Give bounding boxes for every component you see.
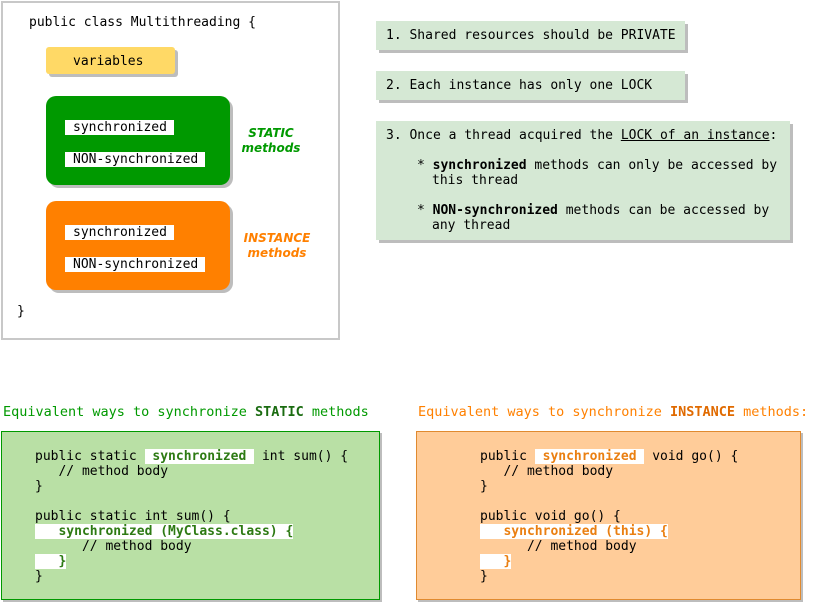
note-lock: 2. Each instance has only one LOCK xyxy=(376,71,685,100)
static-code-line2: // method body xyxy=(35,464,169,479)
static-section-title: Equivalent ways to synchronize STATIC me… xyxy=(3,404,369,420)
note-bullet-synchronized-cont: this thread xyxy=(432,173,519,188)
instance-non-synchronized-label: NON-synchronized xyxy=(65,257,205,272)
static-code-line9: } xyxy=(35,569,43,584)
instance-code-line3: } xyxy=(480,479,488,494)
instance-synchronized-label: synchronized xyxy=(65,225,174,240)
instance-methods-group xyxy=(46,201,230,290)
note-instance-lock: 3. Once a thread acquired the LOCK of an… xyxy=(376,121,790,240)
static-code-line8: } xyxy=(35,554,67,569)
static-synchronized-label: synchronized xyxy=(65,120,174,135)
class-footer: } xyxy=(17,304,25,319)
instance-code-line7: // method body xyxy=(480,539,637,554)
note-lock-text: 2. Each instance has only one LOCK xyxy=(386,78,653,93)
static-methods-group xyxy=(46,96,230,185)
instance-code-line6: synchronized (this) { xyxy=(480,524,668,539)
note-bullet-non-synchronized: * NON-synchronized methods can be access… xyxy=(417,203,770,218)
note-private: 1. Shared resources should be PRIVATE xyxy=(376,21,685,50)
static-code-line3: } xyxy=(35,479,43,494)
instance-code-line2: // method body xyxy=(480,464,614,479)
static-code-line7: // method body xyxy=(35,539,192,554)
note-bullet-non-synchronized-cont: any thread xyxy=(432,218,511,233)
note-instance-lock-heading: 3. Once a thread acquired the LOCK of an… xyxy=(386,128,778,143)
instance-section-title: Equivalent ways to synchronize INSTANCE … xyxy=(418,404,809,420)
instance-code-line5: public void go() { xyxy=(480,509,621,524)
instance-code-line9: } xyxy=(480,569,488,584)
class-header: public class Multithreading { xyxy=(29,15,256,30)
static-non-synchronized-label: NON-synchronized xyxy=(65,152,205,167)
static-methods-label: STATIC methods xyxy=(241,126,301,155)
instance-methods-label: INSTANCE methods xyxy=(243,231,311,260)
instance-code-line8: } xyxy=(480,554,512,569)
static-code-line1: public static synchronized int sum() { xyxy=(35,449,349,464)
instance-code-line1: public synchronized void go() { xyxy=(480,449,739,464)
static-code-line5: public static int sum() { xyxy=(35,509,231,524)
static-code-line6: synchronized (MyClass.class) { xyxy=(35,524,294,539)
variables-label: variables xyxy=(73,54,144,69)
note-private-text: 1. Shared resources should be PRIVATE xyxy=(386,28,676,43)
note-bullet-synchronized: * synchronized methods can only be acces… xyxy=(417,158,778,173)
